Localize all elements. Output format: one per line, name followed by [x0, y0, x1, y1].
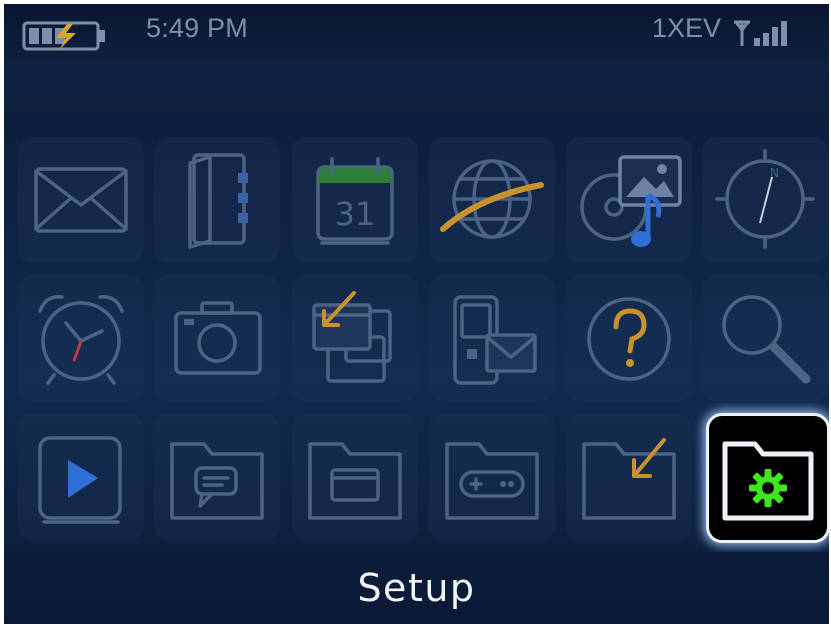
folder-games[interactable] — [429, 414, 555, 540]
calendar-icon: 31 — [316, 157, 394, 245]
phone-message-icon — [453, 295, 537, 385]
camera-icon — [174, 301, 262, 375]
app-browser[interactable] — [429, 137, 555, 263]
signal-bars-icon — [734, 20, 787, 46]
status-bar: 5:49 PM 1XEV — [4, 4, 829, 60]
alarm-clock-icon — [38, 295, 124, 385]
battery-charging-icon — [22, 21, 105, 51]
envelope-icon — [34, 167, 128, 233]
address-book-icon — [188, 153, 248, 249]
magnifier-icon — [722, 295, 811, 384]
clock-time: 5:49 PM — [146, 13, 248, 43]
globe-browser-icon — [440, 159, 544, 239]
app-switch-application[interactable] — [292, 275, 418, 401]
folder-downloads[interactable] — [566, 414, 692, 540]
selected-app-label-bar: Setup — [4, 552, 829, 624]
app-messages[interactable] — [18, 137, 144, 263]
app-media[interactable] — [566, 137, 692, 263]
folder-download-icon — [582, 438, 676, 520]
app-search[interactable] — [702, 275, 828, 401]
folder-window-icon — [308, 442, 402, 520]
folder-setup-selected[interactable] — [706, 413, 829, 543]
folder-gear-icon — [722, 441, 814, 521]
question-mark-icon — [587, 297, 671, 381]
app-phone-messages[interactable] — [429, 275, 555, 401]
app-clock[interactable] — [18, 275, 144, 401]
home-screen: 5:49 PM 1XEV 31 N Setup — [4, 4, 829, 624]
app-help[interactable] — [566, 275, 692, 401]
folder-im[interactable] — [154, 414, 280, 540]
calendar-day: 31 — [335, 195, 376, 233]
app-maps[interactable]: N — [702, 137, 828, 263]
media-icon — [580, 155, 682, 247]
app-contacts[interactable] — [154, 137, 280, 263]
folder-applications[interactable] — [292, 414, 418, 540]
app-calendar[interactable]: 31 — [292, 137, 418, 263]
compass-icon: N — [715, 149, 815, 249]
app-media-player[interactable] — [18, 414, 144, 540]
network-type: 1XEV — [652, 13, 722, 43]
folder-gamepad-icon — [445, 442, 539, 520]
windows-switch-icon — [312, 291, 392, 383]
selected-app-label: Setup — [357, 566, 476, 610]
svg-text:N: N — [770, 166, 779, 180]
app-camera[interactable] — [154, 275, 280, 401]
play-icon — [38, 436, 122, 524]
folder-chat-icon — [170, 442, 264, 520]
